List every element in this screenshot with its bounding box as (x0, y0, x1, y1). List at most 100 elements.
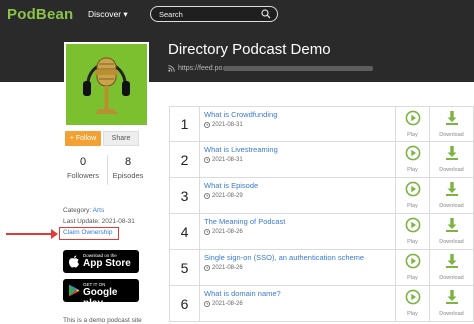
google-play-big-text: Google play (83, 287, 118, 309)
episode-row: 2 What is Livestreaming 2021-08-31 Play (169, 142, 474, 178)
download-label: Download (439, 275, 464, 281)
episode-play-button[interactable]: Play (396, 178, 430, 213)
episode-download-button[interactable]: Download (430, 214, 473, 249)
clock-icon (204, 193, 210, 199)
episode-title-link[interactable]: What is Episode (204, 181, 391, 190)
play-icon[interactable] (405, 110, 421, 126)
episode-date: 2021-08-26 (204, 229, 391, 235)
episodes-count: 8 (124, 156, 132, 168)
google-play-badge[interactable]: GET IT ON Google play (63, 279, 139, 309)
apple-icon (69, 255, 79, 268)
episode-title-link[interactable]: What is Livestreaming (204, 145, 391, 154)
share-button[interactable]: Share (103, 131, 139, 146)
podcast-cover-art (64, 42, 149, 127)
rss-icon (168, 65, 175, 72)
play-icon[interactable] (405, 181, 421, 197)
episode-date: 2021-08-26 (204, 265, 391, 271)
clock-icon (204, 301, 210, 307)
download-icon[interactable] (444, 110, 460, 126)
episode-download-button[interactable]: Download (430, 107, 473, 141)
episode-date: 2021-08-29 (204, 193, 391, 199)
search-box[interactable]: Search (150, 6, 278, 22)
clock-icon (204, 229, 210, 235)
episode-row: 1 What is Crowdfunding 2021-08-31 Play D… (169, 106, 474, 142)
category-line: Category: Arts (63, 207, 104, 214)
download-label: Download (439, 311, 464, 317)
feed-url: https://feed.po (168, 65, 374, 72)
podcast-description: This is a demo podcast site (63, 317, 142, 324)
episodes-stat[interactable]: 8 Episodes (107, 156, 149, 180)
episode-download-button[interactable]: Download (430, 250, 473, 285)
search-icon[interactable] (261, 9, 271, 19)
microphone-icon (66, 44, 147, 125)
play-icon[interactable] (405, 217, 421, 233)
episode-title-link[interactable]: What is Crowdfunding (204, 110, 391, 119)
claim-ownership-link[interactable]: Claim Ownership (59, 227, 119, 240)
episode-title-link[interactable]: The Meaning of Podcast (204, 217, 391, 226)
download-icon[interactable] (444, 181, 460, 197)
episode-number: 2 (170, 142, 200, 177)
play-icon[interactable] (405, 145, 421, 161)
play-label: Play (407, 132, 418, 138)
google-play-icon (69, 284, 80, 297)
discover-menu[interactable]: Discover ▾ (88, 9, 128, 20)
episode-info: Single sign-on (SSO), an authentication … (200, 250, 396, 285)
play-icon[interactable] (405, 289, 421, 305)
play-label: Play (407, 275, 418, 281)
download-label: Download (439, 132, 464, 138)
followers-count: 0 (79, 156, 87, 168)
download-label: Download (439, 203, 464, 209)
episode-download-button[interactable]: Download (430, 178, 473, 213)
podcast-title: Directory Podcast Demo (168, 41, 331, 58)
episode-date-text: 2021-08-29 (212, 193, 243, 199)
download-icon[interactable] (444, 145, 460, 161)
download-label: Download (439, 167, 464, 173)
play-label: Play (407, 203, 418, 209)
episode-row: 5 Single sign-on (SSO), an authenticatio… (169, 250, 474, 286)
app-store-big-text: App Store (83, 258, 131, 269)
episode-row: 4 The Meaning of Podcast 2021-08-26 Play (169, 214, 474, 250)
search-input[interactable]: Search (159, 10, 183, 19)
download-icon[interactable] (444, 217, 460, 233)
episode-date-text: 2021-08-31 (212, 122, 243, 128)
episode-date: 2021-08-26 (204, 301, 391, 307)
episode-info: What is Livestreaming 2021-08-31 (200, 142, 396, 177)
episode-date-text: 2021-08-31 (212, 157, 243, 163)
follow-button[interactable]: + Follow (65, 131, 101, 146)
clock-icon (204, 265, 210, 271)
category-link[interactable]: Arts (93, 207, 105, 214)
episode-play-button[interactable]: Play (396, 214, 430, 249)
episode-number: 4 (170, 214, 200, 249)
feed-url-text: https://feed.po (178, 65, 223, 72)
episode-number: 6 (170, 286, 200, 321)
episode-info: What is domain name? 2021-08-26 (200, 286, 396, 321)
podbean-logo[interactable]: PodBean (7, 6, 73, 23)
episode-download-button[interactable]: Download (430, 286, 473, 321)
followers-label: Followers (66, 171, 100, 180)
play-icon[interactable] (405, 253, 421, 269)
episode-date-text: 2021-08-26 (212, 265, 243, 271)
episode-play-button[interactable]: Play (396, 107, 430, 141)
episode-date: 2021-08-31 (204, 122, 391, 128)
app-store-badge[interactable]: Download on the App Store (63, 250, 139, 273)
download-icon[interactable] (444, 253, 460, 269)
episodes-label: Episodes (112, 171, 144, 180)
episode-play-button[interactable]: Play (396, 142, 430, 177)
followers-stat[interactable]: 0 Followers (62, 156, 104, 180)
episode-row: 6 What is domain name? 2021-08-26 Play D… (169, 286, 474, 322)
last-update: Last Update: 2021-08-31 (63, 218, 135, 225)
annotation-arrow (6, 233, 56, 235)
episode-play-button[interactable]: Play (396, 286, 430, 321)
episode-title-link[interactable]: What is domain name? (204, 289, 391, 298)
episode-list: 1 What is Crowdfunding 2021-08-31 Play D… (169, 106, 474, 322)
episode-download-button[interactable]: Download (430, 142, 473, 177)
download-icon[interactable] (444, 289, 460, 305)
episode-number: 3 (170, 178, 200, 213)
episode-date-text: 2021-08-26 (212, 301, 243, 307)
episode-play-button[interactable]: Play (396, 250, 430, 285)
download-label: Download (439, 239, 464, 245)
feed-url-redaction (223, 66, 374, 71)
episode-info: What is Crowdfunding 2021-08-31 (200, 107, 396, 141)
play-label: Play (407, 311, 418, 317)
episode-title-link[interactable]: Single sign-on (SSO), an authentication … (204, 253, 391, 262)
